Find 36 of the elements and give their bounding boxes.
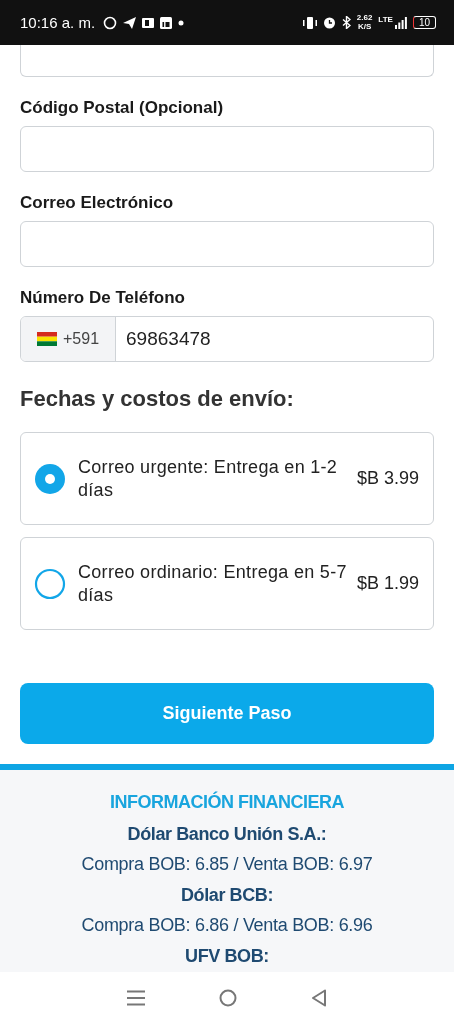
finance-title: INFORMACIÓN FINANCIERA: [110, 792, 344, 813]
battery-level: 10: [412, 16, 436, 29]
vibrate-icon: [302, 16, 317, 29]
option-label: Correo urgente: Entrega en 1-2 días: [78, 455, 339, 502]
shipping-option[interactable]: Correo urgente: Entrega en 1-2 días $B 3.99: [20, 432, 434, 525]
app-icon: [160, 16, 173, 29]
input-field[interactable]: [20, 221, 434, 267]
field-label: Número De Teléfono: [20, 288, 186, 308]
signal-icon: [394, 16, 407, 29]
option-price: $B 1.99: [356, 573, 419, 594]
alarm-icon: [322, 16, 336, 29]
option-label: Correo ordinario: Entrega en 5-7 días: [78, 560, 347, 607]
menu-icon[interactable]: [127, 990, 145, 1006]
rate-text: Compra BOB: 6.85 / Venta BOB: 6.97: [81, 853, 373, 876]
radio-selected-icon[interactable]: [34, 462, 66, 495]
shipping-option[interactable]: Correo ordinario: Entrega en 5-7 días $B 1.99: [20, 537, 434, 630]
section-title: Fechas y costos de envío:: [20, 386, 295, 412]
home-icon[interactable]: [219, 989, 237, 1007]
network-speed: 2.62 K/S: [356, 14, 373, 31]
network-type: LTE: [378, 15, 393, 24]
bluetooth-icon: [341, 16, 351, 29]
dot-icon: [178, 19, 185, 26]
rate-heading: Dólar BCB:: [181, 884, 273, 907]
send-icon: [123, 16, 137, 29]
rate-text: Compra BOB: 6.86 / Venta BOB: 6.96: [81, 914, 373, 937]
input-field[interactable]: [20, 126, 434, 172]
radio-icon[interactable]: [34, 567, 66, 600]
field-label: Código Postal (Opcional): [20, 98, 225, 118]
input-field[interactable]: [20, 45, 434, 77]
back-icon[interactable]: [311, 989, 327, 1007]
field-label: Correo Electrónico: [20, 193, 175, 213]
status-time: 10:16 a. m.: [20, 14, 96, 31]
rate-heading: Dólar Banco Unión S.A.:: [127, 823, 327, 846]
option-price: $B 3.99: [356, 468, 419, 489]
rate-heading: UFV BOB:: [185, 945, 269, 968]
app-icon: [142, 16, 155, 29]
